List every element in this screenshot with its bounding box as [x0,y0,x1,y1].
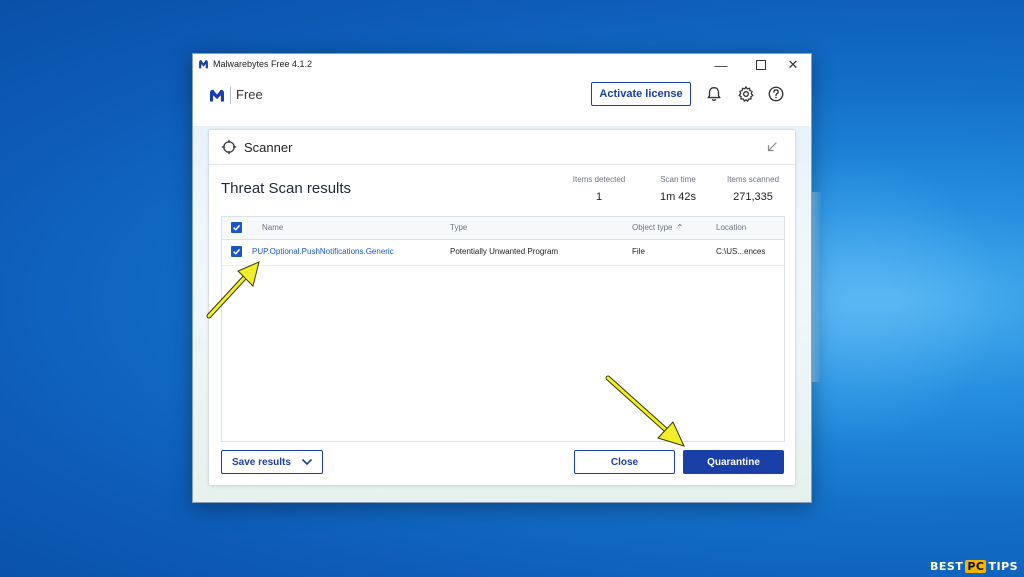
maximize-icon [756,60,766,70]
chevron-down-icon [301,458,313,466]
stat-value: 271,335 [733,191,773,203]
column-header-object-type[interactable]: Object type ⌃ [632,223,683,232]
watermark-part: PC [965,559,987,573]
table-row[interactable]: PUP.Optional.PushNotifications.Generic P… [222,239,784,266]
bell-icon[interactable] [705,85,723,103]
save-results-label: Save results [232,457,291,468]
close-button[interactable]: Close [574,450,675,474]
stat-value: 1 [595,191,603,203]
stat-value: 1m 42s [659,191,697,203]
threat-location: C:\US...ences [716,247,766,256]
stat-items-scanned: Items scanned 271,335 [717,175,789,203]
help-icon[interactable] [767,85,785,103]
collapse-icon[interactable] [765,140,779,154]
maximize-button[interactable] [747,55,775,75]
threat-type: Potentially Unwanted Program [450,247,559,256]
row-checkbox[interactable] [231,246,242,257]
header-divider [230,87,231,104]
scanner-title: Scanner [244,140,293,155]
malwarebytes-logo-icon [210,89,224,102]
table-header: Name Type Object type ⌃ Location [222,217,784,240]
column-header-object-type-label: Object type [632,223,673,232]
results-table: Name Type Object type ⌃ Location PUP.Opti… [221,216,785,442]
sort-up-icon: ⌃ [676,223,684,232]
stat-scan-time: Scan time 1m 42s [645,175,711,203]
save-results-button[interactable]: Save results [221,450,323,474]
column-header-name[interactable]: Name [262,223,283,232]
content-area: Scanner Threat Scan results Items detect… [193,126,811,502]
malwarebytes-logo-icon [199,60,208,69]
stat-label: Items detected [572,175,626,184]
product-tier: Free [236,87,263,102]
scanner-card: Scanner Threat Scan results Items detect… [208,129,796,486]
window-title: Malwarebytes Free 4.1.2 [213,59,313,69]
close-window-button[interactable]: ✕ [779,55,807,75]
select-all-checkbox[interactable] [231,222,242,233]
minimize-button[interactable]: — [707,55,735,75]
desktop-window-logo-edge [812,192,822,382]
title-bar[interactable]: Malwarebytes Free 4.1.2 — ✕ [193,54,811,76]
quarantine-button[interactable]: Quarantine [683,450,784,474]
check-icon [233,248,241,255]
gear-icon[interactable] [737,85,755,103]
crosshair-icon [221,139,237,155]
watermark-logo: BEST PC TIPS [930,558,1018,574]
activate-license-button[interactable]: Activate license [591,82,691,106]
results-title: Threat Scan results [221,180,352,197]
threat-object-type: File [632,247,645,256]
stat-items-detected: Items detected 1 [567,175,631,203]
watermark-part: TIPS [988,559,1019,573]
check-icon [233,224,241,231]
scanner-card-header: Scanner [209,130,795,165]
app-header: Free Activate license [193,76,811,126]
threat-name[interactable]: PUP.Optional.PushNotifications.Generic [252,247,394,256]
stat-label: Items scanned [726,175,780,184]
column-header-location[interactable]: Location [716,223,746,232]
column-header-type[interactable]: Type [450,223,467,232]
stat-label: Scan time [660,175,696,184]
watermark-part: BEST [930,559,964,573]
malwarebytes-window: Malwarebytes Free 4.1.2 — ✕ Free Activat… [192,53,812,503]
